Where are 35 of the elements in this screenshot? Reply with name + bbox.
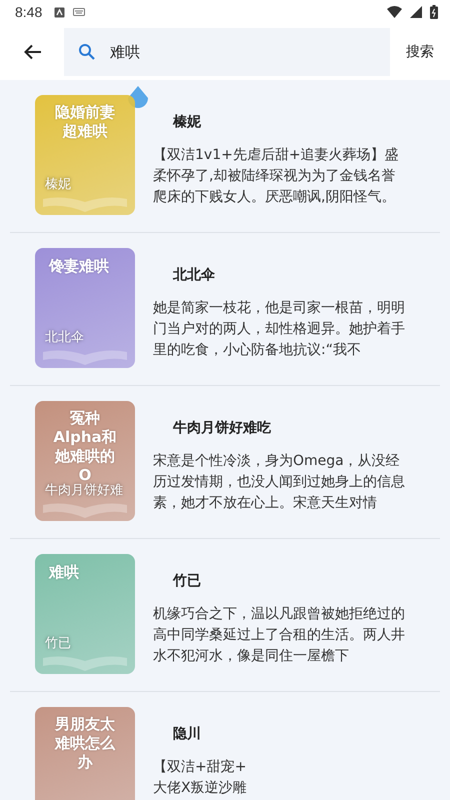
book-author: 牛肉月饼好难吃 <box>172 419 272 437</box>
book-cover[interactable]: 馋妻难哄 北北伞 <box>35 248 135 368</box>
cover-author: 牛肉月饼好难 <box>45 482 123 499</box>
book-description: 她是简家一枝花，他是司家一根苗，明明门当户对的两人，却性格迥异。她护着手里的吃食，小心防备地抗议:“我不 <box>153 299 405 360</box>
search-field[interactable]: 难哄 <box>64 28 390 76</box>
book-description: 宋意是个性冷淡，身为Omega，从没经历过发情期，也没人闻到过她身上的信息素，她才不放在心上。宋意天生对情 <box>153 452 405 513</box>
cover-author: 北北伞 <box>45 329 84 346</box>
status-time: 8:48 <box>15 4 42 20</box>
back-arrow-icon <box>24 44 42 60</box>
book-author: 榛妮 <box>172 113 202 131</box>
search-input[interactable]: 难哄 <box>110 43 310 61</box>
cover-title: 难哄 <box>49 563 79 582</box>
book-author: 北北伞 <box>172 266 216 284</box>
cover-author: 竹已 <box>45 635 71 652</box>
book-author: 隐川 <box>172 725 202 743</box>
book-cover[interactable]: 隐婚前妻超难哄 榛妮 <box>35 95 135 215</box>
book-description: 【双洁+甜宠+ 大佬X叛逆沙雕 <box>153 758 248 798</box>
cover-title: 馋妻难哄 <box>49 257 109 276</box>
book-description: 机缘巧合之下，温以凡跟曾被她拒绝过的高中同学桑延过上了合租的生活。两人井水不犯河水，像是同住一屋檐下 <box>153 605 405 666</box>
battery-icon <box>430 5 438 19</box>
search-button[interactable]: 搜索 <box>400 37 440 67</box>
book-cover[interactable]: 难哄 竹已 <box>35 554 135 674</box>
cover-author: 榛妮 <box>45 176 71 193</box>
search-icon <box>78 43 96 61</box>
cover-title: 男朋友太难哄怎么办 <box>54 715 116 772</box>
cover-title: 冤种Alpha和她难哄的O <box>53 409 117 484</box>
wifi-icon <box>387 6 402 18</box>
book-author: 竹已 <box>172 572 202 590</box>
book-description: 【双洁1v1+先虐后甜+追妻火葬场】盛柔怀孕了,却被陆绎琛视为为了金钱名誉爬床的下贱女人。厌恶嘲讽,阴阳怪气。 <box>153 146 400 207</box>
notification-icon <box>54 6 66 18</box>
book-cover[interactable]: 男朋友太难哄怎么办 <box>35 707 135 800</box>
keyboard-icon <box>73 8 86 16</box>
cover-title: 隐婚前妻超难哄 <box>54 103 116 141</box>
signal-icon <box>410 6 422 18</box>
book-cover[interactable]: 冤种Alpha和她难哄的O 牛肉月饼好难 <box>35 401 135 521</box>
